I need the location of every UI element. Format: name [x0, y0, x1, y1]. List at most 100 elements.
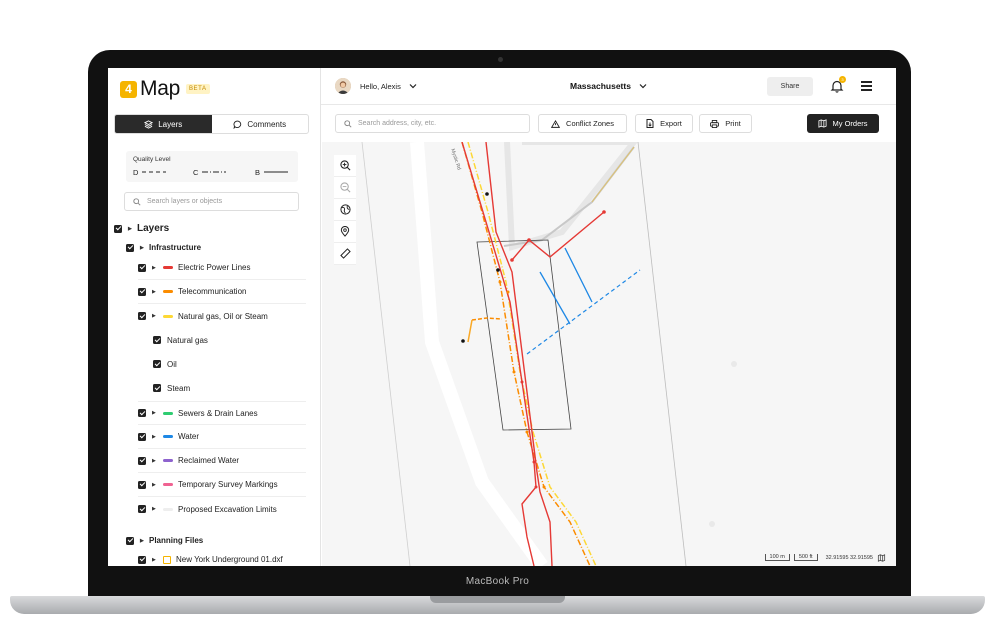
tab-layers[interactable]: Layers: [115, 115, 212, 133]
infrastructure-row[interactable]: ▶ Infrastructure: [126, 243, 324, 252]
caret-icon[interactable]: ▶: [152, 458, 158, 464]
layer-search-placeholder: Search layers or objects: [147, 198, 223, 205]
map-drawing: [361, 142, 737, 566]
infrastructure-label: Infrastructure: [149, 243, 202, 252]
tab-layers-label: Layers: [158, 119, 183, 129]
caret-icon[interactable]: ▶: [152, 557, 158, 563]
zoom-out-icon: [339, 182, 350, 193]
layer-row-sewers[interactable]: ▶ Sewers & Drain Lanes: [138, 401, 306, 425]
caret-icon[interactable]: ▶: [152, 434, 158, 440]
layer-row-survey-markings[interactable]: ▶ Temporary Survey Markings: [138, 473, 306, 497]
layers-root-row[interactable]: ▶ Layers: [114, 223, 312, 234]
layer-label: Temporary Survey Markings: [178, 480, 278, 489]
layer-row-excavation-limits[interactable]: ▶ Proposed Excavation Limits: [138, 497, 306, 521]
layer-row-gas[interactable]: ▶ Natural gas, Oil or Steam: [138, 304, 306, 328]
ruler-button[interactable]: [334, 243, 356, 265]
laptop-frame: 4 Map BETA Layers Comments Quality Level…: [0, 0, 995, 640]
map-controls: [334, 155, 356, 265]
layer-checkbox[interactable]: [138, 409, 146, 417]
planning-files-checkbox[interactable]: [126, 536, 134, 545]
globe-icon: [339, 204, 351, 215]
layer-row-telecom[interactable]: ▶ Telecommunication: [138, 280, 306, 304]
zoom-in-button[interactable]: [334, 155, 356, 177]
address-search-input[interactable]: Search address, city, etc.: [335, 114, 530, 133]
layer-checkbox[interactable]: [153, 336, 161, 344]
search-icon: [344, 119, 352, 128]
app-logo[interactable]: 4 Map BETA: [120, 77, 210, 101]
color-swatch: [163, 507, 173, 511]
color-swatch: [163, 314, 173, 318]
color-swatch: [163, 290, 173, 293]
infrastructure-checkbox[interactable]: [126, 243, 134, 252]
caret-icon[interactable]: ▶: [152, 506, 158, 512]
ruler-icon: [339, 248, 351, 259]
caret-icon[interactable]: ▶: [152, 482, 158, 488]
globe-button[interactable]: [334, 199, 356, 221]
layer-checkbox[interactable]: [138, 312, 146, 320]
color-swatch: [163, 483, 173, 486]
region-selector[interactable]: Massachusetts: [570, 81, 647, 91]
export-icon: [646, 119, 654, 128]
camera: [498, 57, 503, 62]
layer-checkbox[interactable]: [138, 555, 146, 564]
coordinates-readout: 32.91595 32.91595: [825, 554, 873, 561]
scale-metric: 100 m: [764, 554, 790, 561]
avatar[interactable]: [335, 78, 351, 94]
layer-label: Natural gas, Oil or Steam: [178, 311, 268, 321]
layers-root-label: Layers: [137, 223, 170, 234]
map-icon[interactable]: [877, 553, 886, 562]
caret-icon[interactable]: ▶: [140, 245, 146, 251]
layer-label: Water: [178, 432, 200, 441]
layer-checkbox[interactable]: [153, 384, 161, 392]
conflict-zones-button[interactable]: Conflict Zones: [538, 114, 627, 133]
caret-icon[interactable]: ▶: [152, 313, 158, 319]
caret-icon[interactable]: ▶: [152, 265, 158, 271]
file-swatch: [163, 555, 171, 564]
region-label: Massachusetts: [570, 81, 631, 91]
caret-icon[interactable]: ▶: [128, 226, 134, 232]
pin-button[interactable]: [334, 221, 356, 243]
comment-icon: [233, 120, 242, 129]
quality-level-d: D: [133, 168, 167, 177]
top-bar: Hello, Alexis Massachusetts Share 3: [321, 68, 896, 105]
share-button[interactable]: Share: [767, 77, 813, 96]
caret-icon[interactable]: ▶: [152, 289, 158, 295]
search-icon: [133, 197, 141, 206]
export-button[interactable]: Export: [635, 114, 693, 133]
file-label: New York Underground 01.dxf: [176, 555, 283, 564]
layer-checkbox[interactable]: [153, 360, 161, 368]
layer-label: Oil: [167, 359, 177, 369]
print-button[interactable]: Print: [699, 114, 752, 133]
layer-checkbox[interactable]: [138, 456, 146, 465]
device-label: MacBook Pro: [465, 576, 530, 587]
map-canvas[interactable]: Mystic Rd: [322, 142, 896, 566]
quality-level-title: Quality Level: [133, 156, 171, 163]
layer-checkbox[interactable]: [138, 287, 146, 296]
zoom-out-button[interactable]: [334, 177, 356, 199]
chevron-down-icon: [409, 84, 417, 89]
planning-files-row[interactable]: ▶ Planning Files: [126, 536, 324, 545]
tab-comments[interactable]: Comments: [212, 115, 309, 133]
hamburger-menu-icon[interactable]: [861, 81, 872, 91]
file-row[interactable]: ▶ New York Underground 01.dxf: [138, 555, 306, 564]
layer-checkbox[interactable]: [138, 432, 146, 441]
sidebar: 4 Map BETA Layers Comments Quality Level…: [108, 68, 321, 566]
app-name: Map: [140, 77, 180, 100]
caret-icon[interactable]: ▶: [152, 410, 158, 416]
scale-imperial: 500 ft: [793, 554, 818, 561]
layers-root-checkbox[interactable]: [114, 224, 122, 233]
layer-label: Electric Power Lines: [178, 263, 251, 272]
caret-icon[interactable]: ▶: [140, 538, 146, 544]
my-orders-button[interactable]: My Orders: [807, 114, 879, 133]
notification-badge: 3: [839, 76, 846, 83]
layer-checkbox[interactable]: [138, 480, 146, 489]
color-swatch: [163, 459, 173, 462]
layer-search-input[interactable]: Search layers or objects: [124, 192, 299, 211]
map-scale-bar: 100 m 500 ft 32.91595 32.91595: [322, 549, 896, 566]
user-menu[interactable]: Hello, Alexis: [360, 82, 417, 91]
layer-checkbox[interactable]: [138, 263, 146, 272]
layer-row-water[interactable]: ▶ Water: [138, 425, 306, 449]
layer-checkbox[interactable]: [138, 505, 146, 513]
layer-row-reclaimed-water[interactable]: ▶ Reclaimed Water: [138, 449, 306, 473]
layer-row-electric[interactable]: ▶ Electric Power Lines: [138, 256, 306, 280]
